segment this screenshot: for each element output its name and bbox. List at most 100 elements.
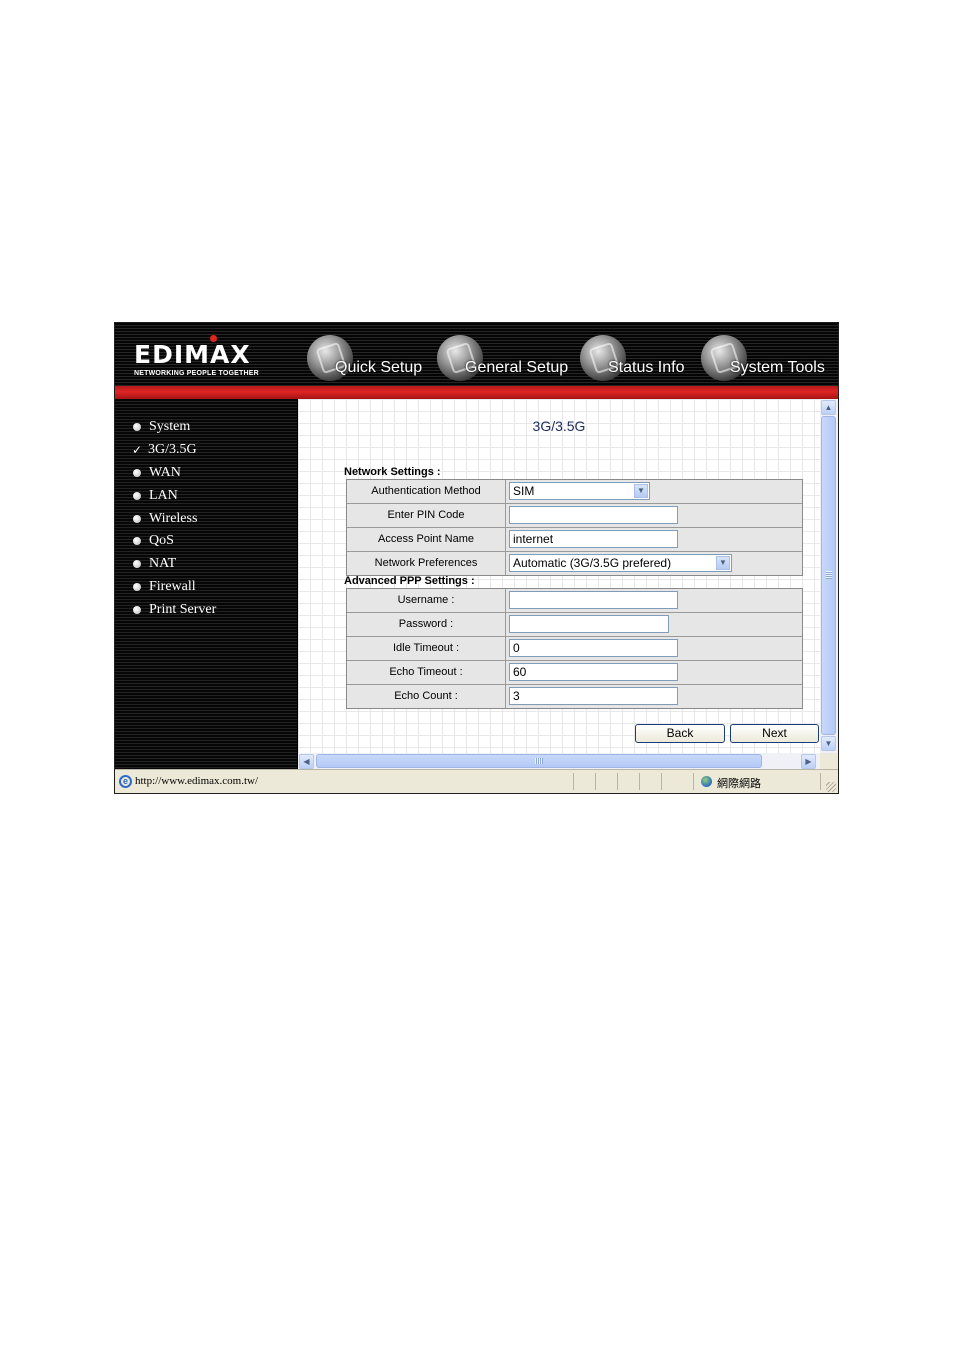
scroll-up-arrow-icon[interactable]: ▲ [821, 400, 836, 415]
echo-timeout-label: Echo Timeout : [347, 661, 506, 684]
edimax-logo: EDIMAX NETWORKING PEOPLE TOGETHER [134, 335, 259, 377]
sidebar-item-label: WAN [149, 465, 181, 480]
status-divider [639, 773, 640, 790]
status-divider [661, 773, 662, 790]
password-label: Password : [347, 613, 506, 636]
form-row-idle-timeout: Idle Timeout : 0 [347, 637, 802, 661]
form-row-auth-method: Authentication Method SIM ▼ [347, 480, 802, 504]
status-divider [617, 773, 618, 790]
tab-label: Quick Setup [335, 359, 423, 376]
sidebar-item-system[interactable]: System [133, 417, 190, 437]
status-divider [820, 773, 821, 790]
logo-tagline: NETWORKING PEOPLE TOGETHER [134, 370, 259, 377]
sidebar-item-label: Print Server [149, 602, 217, 617]
pin-code-input[interactable] [509, 506, 678, 524]
zone-label: 網際網路 [717, 777, 761, 790]
sidebar: System ✓ 3G/3.5G WAN LAN Wireless QoS NA… [115, 399, 297, 769]
apn-label: Access Point Name [347, 528, 506, 551]
back-button[interactable]: Back [635, 724, 725, 743]
sidebar-item-label: 3G/3.5G [148, 442, 197, 457]
status-divider [573, 773, 574, 790]
network-settings-heading: Network Settings : [344, 466, 441, 478]
logo-dot [210, 335, 217, 342]
username-label: Username : [347, 589, 506, 612]
ie-page-icon: e [119, 775, 132, 788]
bullet-icon [133, 537, 141, 545]
username-input[interactable] [509, 591, 678, 609]
header-bar: EDIMAX NETWORKING PEOPLE TOGETHER Quick … [115, 323, 838, 386]
scroll-left-arrow-icon[interactable]: ◀ [299, 754, 314, 769]
bullet-icon [133, 423, 141, 431]
bullet-icon [133, 492, 141, 500]
form-row-pin-code: Enter PIN Code [347, 504, 802, 528]
sidebar-item-print-server[interactable]: Print Server [133, 600, 216, 620]
idle-timeout-label: Idle Timeout : [347, 637, 506, 660]
sidebar-item-wireless[interactable]: Wireless [133, 509, 197, 529]
preferences-label: Network Preferences [347, 552, 506, 575]
sidebar-item-3g[interactable]: ✓ 3G/3.5G [132, 440, 197, 460]
sidebar-item-firewall[interactable]: Firewall [133, 577, 196, 597]
next-button[interactable]: Next [730, 724, 819, 743]
form-row-password: Password : [347, 613, 802, 637]
form-row-preferences: Network Preferences Automatic (3G/3.5G p… [347, 552, 802, 575]
internet-zone-icon [701, 776, 712, 787]
browser-window: EDIMAX NETWORKING PEOPLE TOGETHER Quick … [114, 322, 839, 794]
page-title: 3G/3.5G [532, 418, 586, 434]
pin-code-label: Enter PIN Code [347, 504, 506, 527]
bullet-icon [133, 515, 141, 523]
network-preferences-select[interactable]: Automatic (3G/3.5G prefered) ▼ [509, 554, 732, 572]
status-url: http://www.edimax.com.tw/ [135, 775, 259, 787]
scroll-down-arrow-icon[interactable]: ▼ [821, 736, 836, 751]
bullet-icon [133, 560, 141, 568]
vertical-scroll-thumb[interactable] [821, 416, 836, 735]
bullet-icon [133, 606, 141, 614]
main-content: 3G/3.5G Network Settings : Authenticatio… [298, 399, 820, 753]
form-row-echo-count: Echo Count : 3 [347, 685, 802, 708]
sidebar-item-label: Wireless [149, 511, 198, 526]
scroll-corner [820, 753, 838, 769]
bullet-icon [133, 583, 141, 591]
sidebar-item-label: NAT [149, 556, 177, 571]
echo-timeout-input[interactable]: 60 [509, 663, 678, 681]
sidebar-item-wan[interactable]: WAN [133, 463, 181, 483]
chevron-down-icon[interactable]: ▼ [716, 556, 730, 570]
resize-grip-icon[interactable] [826, 782, 836, 792]
status-bar: e http://www.edimax.com.tw/ 網際網路 [115, 769, 838, 793]
idle-timeout-input[interactable]: 0 [509, 639, 678, 657]
auth-method-value: SIM [513, 484, 535, 498]
vertical-scrollbar[interactable]: ▲ ▼ [820, 399, 838, 753]
sidebar-item-lan[interactable]: LAN [133, 486, 178, 506]
auth-method-label: Authentication Method [347, 480, 506, 503]
checkmark-icon: ✓ [132, 443, 143, 457]
tab-label: System Tools [730, 359, 825, 376]
sidebar-item-label: LAN [149, 488, 178, 503]
sidebar-item-nat[interactable]: NAT [133, 554, 176, 574]
scroll-right-arrow-icon[interactable]: ▶ [801, 754, 816, 769]
header-red-bar [115, 386, 838, 399]
network-settings-table: Authentication Method SIM ▼ Enter PIN Co… [346, 479, 803, 576]
tab-label: General Setup [465, 359, 569, 376]
ppp-settings-table: Username : Password : Idle Timeout : 0 E… [346, 588, 803, 709]
horizontal-scroll-thumb[interactable] [316, 754, 762, 768]
preferences-value: Automatic (3G/3.5G prefered) [513, 556, 672, 570]
password-input[interactable] [509, 615, 669, 633]
ppp-settings-heading: Advanced PPP Settings : [344, 575, 475, 587]
status-divider [693, 773, 694, 790]
auth-method-select[interactable]: SIM ▼ [509, 482, 650, 500]
bullet-icon [133, 469, 141, 477]
sidebar-item-label: System [149, 419, 191, 434]
form-row-apn: Access Point Name internet [347, 528, 802, 552]
sidebar-item-qos[interactable]: QoS [133, 531, 174, 551]
echo-count-input[interactable]: 3 [509, 687, 678, 705]
echo-count-label: Echo Count : [347, 685, 506, 708]
sidebar-item-label: QoS [149, 533, 174, 548]
form-row-username: Username : [347, 589, 802, 613]
sidebar-item-label: Firewall [149, 579, 196, 594]
horizontal-scrollbar[interactable]: ◀ ▶ [298, 753, 838, 769]
tab-label: Status Info [608, 359, 685, 376]
logo-text: EDIMAX [134, 340, 251, 369]
chevron-down-icon[interactable]: ▼ [634, 484, 648, 498]
form-row-echo-timeout: Echo Timeout : 60 [347, 661, 802, 685]
status-divider [595, 773, 596, 790]
apn-input[interactable]: internet [509, 530, 678, 548]
